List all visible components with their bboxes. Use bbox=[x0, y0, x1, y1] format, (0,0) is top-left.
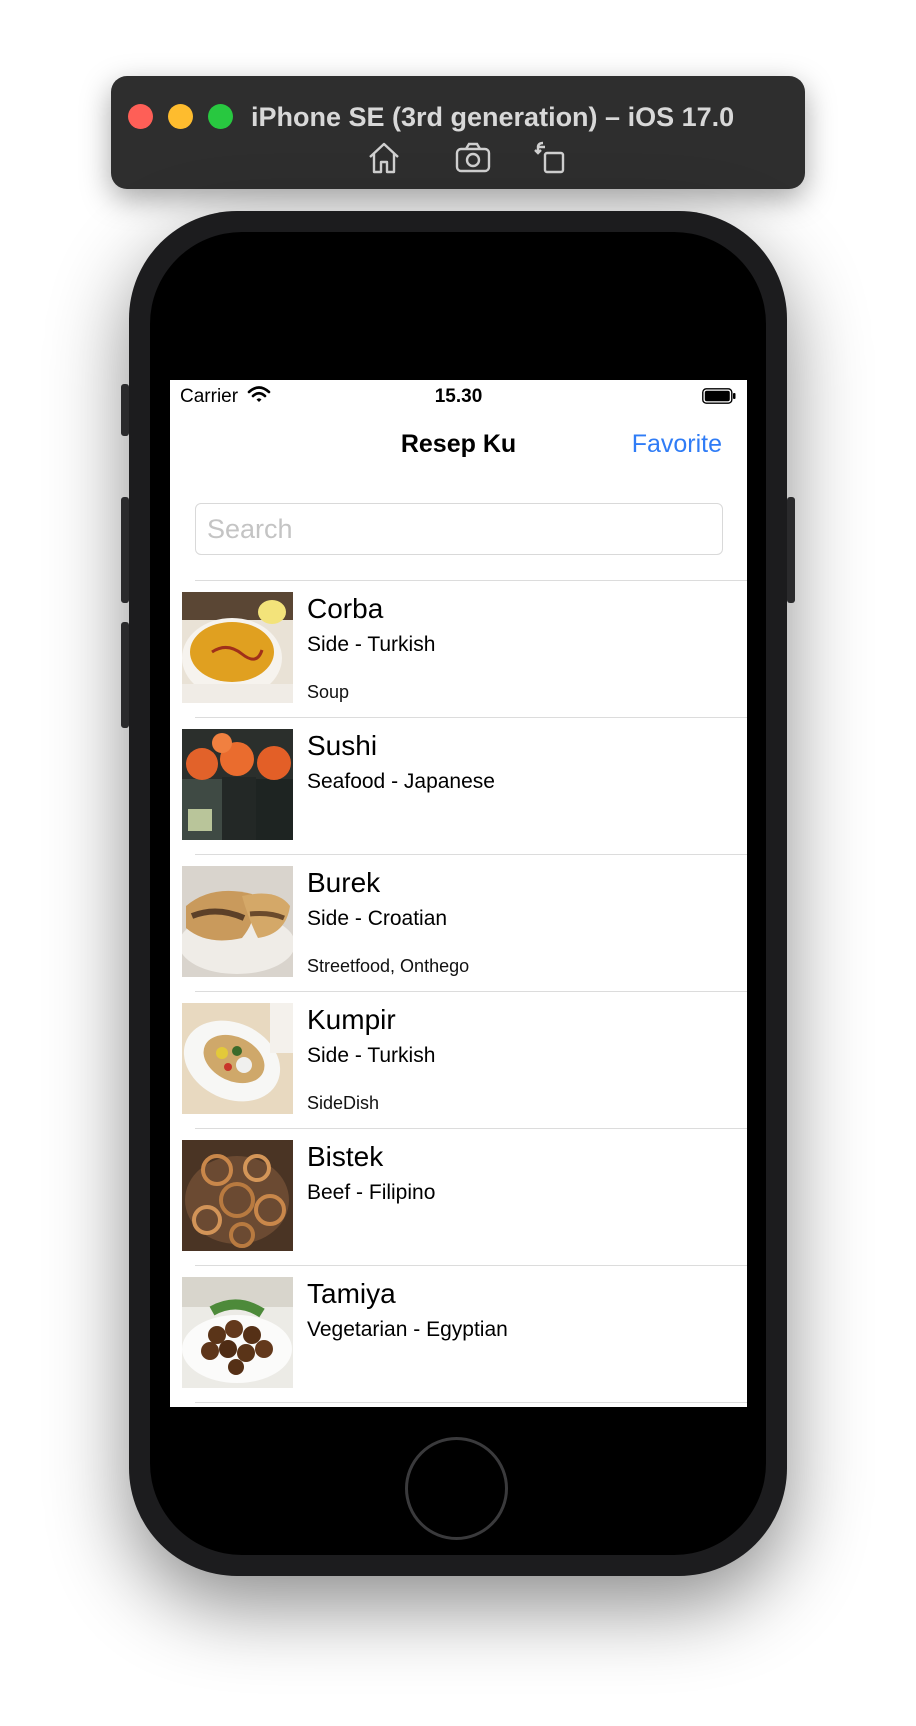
search-input[interactable]: Search bbox=[195, 503, 723, 555]
recipe-list-divider bbox=[195, 1402, 747, 1407]
home-button[interactable] bbox=[405, 1437, 508, 1540]
recipe-thumbnail bbox=[182, 1140, 293, 1251]
recipe-list: Corba Side - Turkish Soup Sushi Seafood … bbox=[170, 580, 747, 1407]
recipe-category: Vegetarian - Egyptian bbox=[307, 1318, 508, 1341]
recipe-thumbnail bbox=[182, 592, 293, 703]
app-screen: Carrier 15.30 Resep Ku Favorite Search C… bbox=[170, 380, 747, 1407]
recipe-row-corba[interactable]: Corba Side - Turkish Soup bbox=[182, 580, 747, 717]
zoom-window-button[interactable] bbox=[208, 104, 233, 129]
recipe-row-sushi[interactable]: Sushi Seafood - Japanese bbox=[182, 717, 747, 854]
battery-icon bbox=[702, 388, 736, 404]
simulator-toolbar: iPhone SE (3rd generation) – iOS 17.0 bbox=[111, 76, 805, 189]
minimize-window-button[interactable] bbox=[168, 104, 193, 129]
recipe-row-kumpir[interactable]: Kumpir Side - Turkish SideDish bbox=[182, 991, 747, 1128]
recipe-row-tamiya[interactable]: Tamiya Vegetarian - Egyptian bbox=[182, 1265, 747, 1402]
rotate-icon[interactable] bbox=[531, 138, 571, 178]
recipe-name: Burek bbox=[307, 867, 381, 898]
simulator-title: iPhone SE (3rd generation) – iOS 17.0 bbox=[251, 102, 735, 132]
recipe-name: Tamiya bbox=[307, 1278, 396, 1309]
status-bar: Carrier 15.30 bbox=[170, 380, 747, 412]
power-button bbox=[787, 497, 795, 603]
recipe-name: Corba bbox=[307, 593, 384, 624]
recipe-name: Sushi bbox=[307, 730, 378, 761]
volume-up-button bbox=[121, 497, 129, 603]
recipe-category: Side - Turkish bbox=[307, 1044, 436, 1067]
recipe-thumbnail bbox=[182, 729, 293, 840]
home-icon[interactable] bbox=[364, 138, 404, 178]
recipe-category: Seafood - Japanese bbox=[307, 770, 495, 793]
favorite-button[interactable]: Favorite bbox=[632, 430, 722, 459]
recipe-name: Kumpir bbox=[307, 1004, 396, 1035]
recipe-category: Side - Croatian bbox=[307, 907, 448, 930]
volume-down-button bbox=[121, 622, 129, 728]
recipe-name: Bistek bbox=[307, 1141, 384, 1172]
recipe-row-bistek[interactable]: Bistek Beef - Filipino bbox=[182, 1128, 747, 1265]
recipe-category: Beef - Filipino bbox=[307, 1181, 436, 1204]
screenshot-icon[interactable] bbox=[453, 138, 493, 178]
recipe-row-burek[interactable]: Burek Side - Croatian Streetfood, Ontheg… bbox=[182, 854, 747, 991]
recipe-category: Side - Turkish bbox=[307, 633, 436, 656]
close-window-button[interactable] bbox=[128, 104, 153, 129]
recipe-tags: Soup bbox=[307, 682, 350, 702]
status-time: 15.30 bbox=[434, 386, 483, 407]
recipe-thumbnail bbox=[182, 1277, 293, 1388]
recipe-thumbnail bbox=[182, 1003, 293, 1114]
mute-switch bbox=[121, 384, 129, 436]
recipe-tags: SideDish bbox=[307, 1093, 380, 1113]
recipe-thumbnail bbox=[182, 866, 293, 977]
recipe-tags: Streetfood, Onthego bbox=[307, 956, 470, 976]
